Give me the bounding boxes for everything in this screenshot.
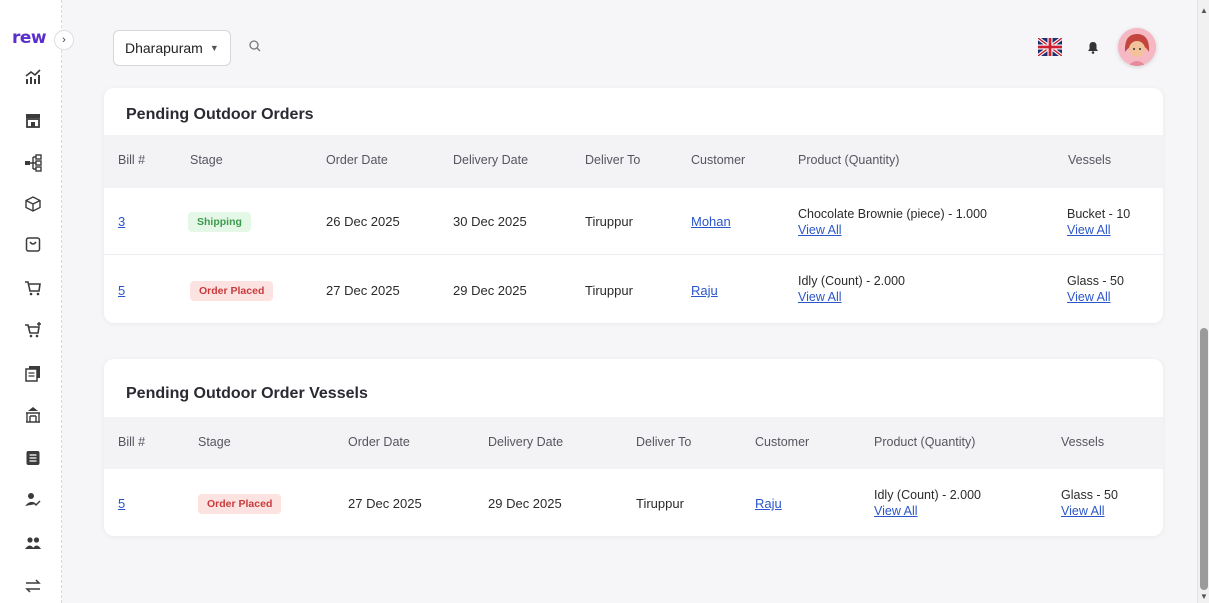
vessels-cell: Bucket - 10 View All [1067, 206, 1130, 238]
chevron-right-icon: › [62, 34, 66, 46]
bell-icon[interactable] [1086, 40, 1100, 54]
table-row: 3 Shipping 26 Dec 2025 30 Dec 2025 Tirup… [104, 188, 1163, 255]
product-text: Idly (Count) - 2.000 [874, 488, 981, 502]
col-delivery-date: Delivery Date [453, 153, 529, 167]
vessels-cell: Glass - 50 View All [1061, 487, 1118, 519]
pending-vessels-title: Pending Outdoor Order Vessels [126, 385, 368, 402]
product-text: Chocolate Brownie (piece) - 1.000 [798, 207, 987, 221]
transfer-icon[interactable] [22, 575, 44, 597]
topbar: Dharapuram ▼ [62, 0, 1197, 88]
store-icon[interactable] [22, 109, 44, 131]
table-header: Bill # Stage Order Date Delivery Date De… [104, 135, 1163, 188]
status-badge: Shipping [188, 212, 251, 232]
sidebar-collapse-button[interactable]: › [54, 30, 74, 50]
order-date: 27 Dec 2025 [348, 496, 422, 511]
branch-select-value: Dharapuram [125, 40, 203, 56]
bill-link[interactable]: 5 [118, 496, 125, 511]
vessels-cell: Glass - 50 View All [1067, 273, 1124, 305]
deliver-to: Tiruppur [585, 214, 633, 229]
pending-orders-card: Pending Outdoor Orders Bill # Stage Orde… [104, 88, 1163, 323]
col-customer: Customer [755, 435, 810, 449]
scroll-down-icon[interactable]: ▼ [1200, 592, 1208, 601]
col-bill: Bill # [118, 435, 146, 449]
user-check-icon[interactable] [22, 489, 44, 511]
product-view-all-link[interactable]: View All [874, 504, 918, 518]
customer-link[interactable]: Mohan [691, 214, 731, 229]
scroll-up-icon[interactable]: ▲ [1200, 6, 1208, 15]
caret-down-icon: ▼ [209, 43, 219, 53]
order-date: 27 Dec 2025 [326, 283, 400, 298]
col-stage: Stage [198, 435, 231, 449]
col-product: Product (Quantity) [798, 153, 900, 167]
table-row: 5 Order Placed 27 Dec 2025 29 Dec 2025 T… [104, 469, 1163, 536]
hierarchy-icon[interactable] [22, 152, 44, 174]
delivery-date: 29 Dec 2025 [453, 283, 527, 298]
deliver-to: Tiruppur [636, 496, 684, 511]
users-icon[interactable] [22, 532, 44, 554]
col-deliver-to: Deliver To [636, 435, 692, 449]
col-order-date: Order Date [326, 153, 388, 167]
cart-add-icon[interactable] [22, 319, 44, 341]
vessels-view-all-link[interactable]: View All [1061, 504, 1105, 518]
col-order-date: Order Date [348, 435, 410, 449]
outlet-icon[interactable] [22, 404, 44, 426]
col-delivery-date: Delivery Date [488, 435, 564, 449]
deliver-to: Tiruppur [585, 283, 633, 298]
col-stage: Stage [190, 153, 223, 167]
product-cell: Chocolate Brownie (piece) - 1.000 View A… [798, 206, 987, 238]
product-view-all-link[interactable]: View All [798, 223, 842, 237]
col-bill: Bill # [118, 153, 146, 167]
vessels-text: Glass - 50 [1067, 274, 1124, 288]
bill-link[interactable]: 5 [118, 283, 125, 298]
pending-orders-title: Pending Outdoor Orders [126, 106, 314, 123]
cart-icon[interactable] [22, 277, 44, 299]
box-icon[interactable] [22, 193, 44, 215]
product-view-all-link[interactable]: View All [798, 290, 842, 304]
product-cell: Idly (Count) - 2.000 View All [798, 273, 905, 305]
analytics-icon[interactable] [22, 66, 44, 88]
delivery-date: 30 Dec 2025 [453, 214, 527, 229]
product-cell: Idly (Count) - 2.000 View All [874, 487, 981, 519]
search-icon[interactable] [248, 39, 264, 55]
col-vessels: Vessels [1061, 435, 1105, 449]
col-product: Product (Quantity) [874, 435, 976, 449]
col-vessels: Vessels [1068, 153, 1112, 167]
pending-vessels-card: Pending Outdoor Order Vessels Bill # Sta… [104, 359, 1163, 536]
customer-link[interactable]: Raju [755, 496, 782, 511]
bag-icon[interactable] [22, 233, 44, 255]
col-deliver-to: Deliver To [585, 153, 641, 167]
order-date: 26 Dec 2025 [326, 214, 400, 229]
table-row: 5 Order Placed 27 Dec 2025 29 Dec 2025 T… [104, 255, 1163, 323]
vessels-text: Glass - 50 [1061, 488, 1118, 502]
branch-select[interactable]: Dharapuram ▼ [113, 30, 231, 66]
documents-icon[interactable] [22, 362, 44, 384]
vessels-text: Bucket - 10 [1067, 207, 1131, 221]
app-logo: rew [12, 28, 47, 48]
scrollbar-thumb[interactable] [1200, 328, 1208, 590]
uk-flag-icon[interactable] [1036, 36, 1064, 58]
page-scrollbar[interactable]: ▲ ▼ [1197, 0, 1209, 603]
ledger-icon[interactable] [22, 447, 44, 469]
avatar[interactable] [1118, 28, 1156, 66]
delivery-date: 29 Dec 2025 [488, 496, 562, 511]
product-text: Idly (Count) - 2.000 [798, 274, 905, 288]
status-badge: Order Placed [198, 494, 282, 514]
table-header: Bill # Stage Order Date Delivery Date De… [104, 417, 1163, 469]
sidebar: rew [0, 0, 62, 603]
col-customer: Customer [691, 153, 746, 167]
vessels-view-all-link[interactable]: View All [1067, 290, 1111, 304]
bill-link[interactable]: 3 [118, 214, 125, 229]
customer-link[interactable]: Raju [691, 283, 718, 298]
status-badge: Order Placed [190, 281, 274, 301]
vessels-view-all-link[interactable]: View All [1067, 223, 1111, 237]
